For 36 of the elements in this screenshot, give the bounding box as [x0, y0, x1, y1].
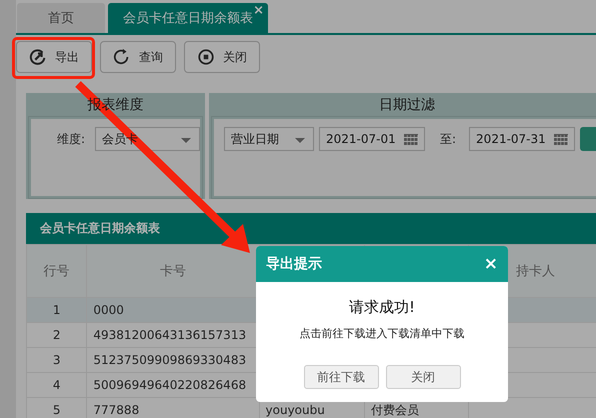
refresh-icon — [113, 48, 131, 66]
calendar-icon — [554, 134, 568, 146]
table-cell: 777888 — [86, 398, 260, 418]
close-icon[interactable]: × — [253, 3, 264, 18]
caret-icon — [181, 138, 191, 143]
table-cell: 1 — [26, 298, 87, 322]
close-button[interactable]: 关闭 — [386, 365, 460, 389]
close-icon[interactable]: × — [484, 254, 498, 274]
calendar-icon — [404, 134, 418, 146]
date-field[interactable]: 2021-07-01 — [319, 127, 425, 151]
tab[interactable]: 会员卡任意日期余额表× — [108, 3, 268, 33]
export-button[interactable]: 导出 — [16, 41, 92, 73]
column-header: 卡号 — [86, 244, 260, 298]
query-button[interactable]: 查询 — [100, 41, 176, 73]
date-field[interactable]: 2021-07-31 — [469, 127, 576, 151]
table-title: 会员卡任意日期余额表 — [26, 213, 596, 244]
close-button[interactable]: 关闭 — [184, 41, 260, 73]
dialog-heading: 请求成功! — [348, 298, 415, 317]
dialog-message: 点击前往下载进入下载清单中下载 — [300, 326, 464, 341]
caret-icon — [295, 138, 305, 143]
table-cell: 3 — [26, 348, 87, 372]
field-label: 维度: — [57, 131, 86, 148]
stop-icon — [197, 48, 215, 66]
field-label: 至: — [440, 131, 456, 148]
dialog-title: 导出提示 — [266, 255, 322, 273]
dimension-select[interactable]: 会员卡 — [95, 127, 200, 151]
export-icon — [29, 48, 47, 66]
download-button[interactable]: 前往下载 — [304, 365, 378, 389]
table-cell: 4 — [26, 372, 87, 398]
search-button[interactable] — [580, 127, 596, 151]
table-cell: 2 — [26, 322, 87, 348]
date-type-select[interactable]: 营业日期 — [224, 127, 314, 151]
panel-title: 日期过滤 — [379, 97, 436, 113]
column-header: 行号 — [26, 244, 87, 298]
table-cell: 5 — [26, 398, 87, 418]
tab[interactable]: 首页 — [17, 3, 105, 33]
